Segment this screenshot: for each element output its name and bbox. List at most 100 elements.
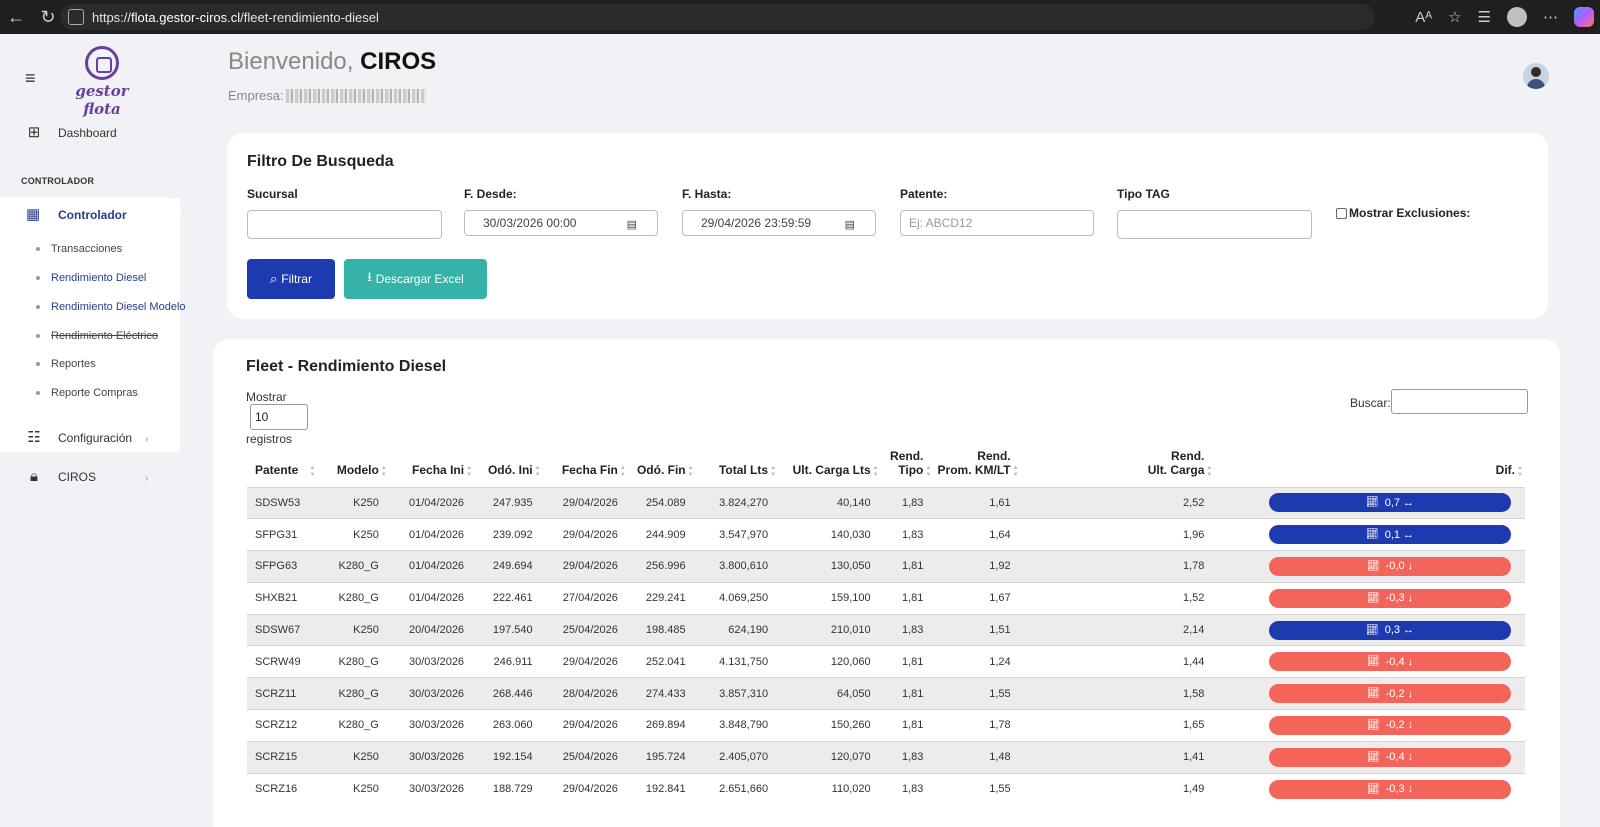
cell-dif: 📈︎ -0,3 ↓: [1214, 581, 1525, 615]
lock-icon: 🔒︎: [30, 468, 38, 485]
cell-rend-tipo: 1,83: [880, 613, 934, 646]
address-bar[interactable]: https://flota.gestor-ciros.cl/fleet-rend…: [60, 4, 1375, 30]
exclusion-checkbox[interactable]: [1336, 207, 1347, 219]
cell-odo-ini: 197.540: [474, 613, 543, 646]
col-odo-ini[interactable]: Odó. Ini ▲ ▼: [474, 448, 543, 487]
page-size-select[interactable]: 10: [250, 404, 308, 430]
copilot-icon[interactable]: [1574, 7, 1594, 27]
calendar-icon[interactable]: ▤: [845, 218, 855, 231]
col-rend-tipo[interactable]: Rend. Tipo ▲ ▼: [881, 448, 934, 487]
logo[interactable]: gestor flota: [62, 46, 142, 118]
col-total-lts[interactable]: Total Lts ▲ ▼: [696, 448, 778, 487]
cell-ult-carga: 210,010: [778, 613, 881, 646]
sidebar-item-configuracion[interactable]: ☷ Configuración: [26, 430, 132, 446]
cell-odo-fin: 256.996: [627, 550, 696, 583]
cell-patente: SCRZ11: [247, 677, 318, 710]
cell-patente: SFPG63: [247, 550, 318, 583]
sidebar-item-label: Dashboard: [58, 126, 117, 140]
submenu-rendimiento-diesel-modelo[interactable]: Rendimiento Diesel Modelo: [36, 301, 186, 313]
cell-rend-tipo: 1,83: [880, 486, 934, 519]
chart-line-icon: 📈︎: [1366, 624, 1379, 636]
cell-total-lts: 3.547,970: [695, 518, 779, 551]
patente-input[interactable]: Ej: ABCD12: [900, 210, 1094, 236]
col-modelo[interactable]: Modelo ▲ ▼: [317, 448, 388, 487]
chevron-right-icon[interactable]: ›: [145, 473, 148, 484]
more-icon[interactable]: ⋯: [1543, 8, 1558, 26]
cell-patente: SCRW49: [247, 645, 318, 678]
cell-odo-fin: 252.041: [627, 645, 696, 678]
submenu-reportes[interactable]: Reportes: [36, 358, 96, 370]
cell-modelo: K250: [317, 740, 389, 774]
col-fecha-ini[interactable]: Fecha Ini ▲ ▼: [389, 448, 474, 487]
col-odo-fin[interactable]: Odó. Fin ▲ ▼: [628, 448, 696, 487]
cell-odo-ini: 249.694: [474, 550, 543, 583]
cell-fecha-ini: 30/03/2026: [388, 772, 475, 805]
submenu-reporte-compras[interactable]: Reporte Compras: [36, 387, 138, 399]
cell-total-lts: 2.405,070: [695, 740, 779, 774]
dif-badge: 📈︎ 0,7 ↔: [1269, 493, 1511, 513]
site-info-icon[interactable]: [68, 9, 84, 25]
chart-line-icon: 📈︎: [1366, 719, 1380, 731]
chart-line-icon: 📈︎: [1366, 656, 1380, 668]
favorite-icon[interactable]: ☆: [1448, 8, 1461, 26]
col-dif[interactable]: Dif. ▲ ▼: [1214, 448, 1525, 487]
submenu-transacciones[interactable]: Transacciones: [36, 243, 122, 255]
read-aloud-icon[interactable]: Aᴬ: [1415, 9, 1432, 26]
download-icon: ⭳: [367, 269, 372, 284]
menu-icon[interactable]: ≡: [25, 68, 39, 89]
cell-ult-carga: 140,030: [778, 518, 881, 551]
cell-patente: SFPG31: [247, 518, 318, 551]
favorites-list-icon[interactable]: ☰: [1478, 8, 1491, 26]
sidebar-item-label: Configuración: [58, 431, 133, 445]
col-rend-ult-carga[interactable]: Rend. Ult. Carga ▲ ▼: [1021, 448, 1215, 487]
cell-modelo: K280_G: [317, 709, 389, 742]
cell-odo-fin: 192.841: [627, 772, 696, 805]
cell-fecha-ini: 30/03/2026: [388, 709, 475, 742]
bullet-icon: [36, 247, 40, 251]
table-row: SDSW53 K250 01/04/2026 247.935 29/04/2026 254…: [247, 486, 1525, 519]
submenu-panel: [0, 198, 180, 452]
user-name: CIROS: [360, 48, 437, 75]
cell-rend-ult: 1,65: [1020, 709, 1215, 742]
sidebar-item-dashboard[interactable]: ⊞ Dashboard: [26, 125, 117, 141]
filter-button[interactable]: ⌕ Filtrar: [247, 259, 335, 299]
sucursal-select[interactable]: [247, 210, 442, 239]
cell-odo-fin: 229.241: [627, 581, 696, 615]
desde-input[interactable]: 30/03/2026 00:00 ▤: [464, 210, 658, 236]
back-icon[interactable]: ←: [0, 7, 32, 28]
records-label: registros: [246, 432, 293, 446]
avatar[interactable]: [1523, 63, 1549, 89]
filter-card: Filtro De Busqueda Sucursal F. Desde: 30…: [227, 133, 1548, 319]
cell-rend-prom: 1,48: [933, 740, 1021, 774]
cell-fecha-ini: 20/04/2026: [388, 613, 475, 646]
col-fecha-fin[interactable]: Fecha Fin ▲ ▼: [543, 448, 628, 487]
bullet-icon: [36, 362, 40, 366]
tag-select[interactable]: [1117, 210, 1312, 239]
sidebar-item-ciros[interactable]: 🔒︎ CIROS: [26, 469, 96, 485]
download-excel-button[interactable]: ⭳ Descargar Excel: [344, 259, 487, 299]
chart-line-icon: 📈︎: [1366, 497, 1379, 509]
exclusion-toggle[interactable]: Mostrar Exclusiones:: [1336, 206, 1470, 220]
sidebar-item-controlador[interactable]: ▦ Controlador: [0, 197, 181, 233]
cell-rend-ult: 1,96: [1020, 518, 1215, 551]
bullet-icon: [36, 305, 40, 309]
cell-rend-prom: 1,92: [933, 550, 1021, 583]
table-row: SCRW49 K280_G 30/03/2026 246.911 29/04/2026 2…: [247, 645, 1525, 678]
search-input[interactable]: [1391, 389, 1528, 414]
calendar-icon[interactable]: ▤: [627, 218, 637, 231]
col-rend-prom[interactable]: Rend. Prom. KM/LT ▲ ▼: [933, 448, 1020, 487]
submenu-rendimiento-electrico[interactable]: Rendimiento Eléctrico: [36, 330, 158, 342]
col-patente[interactable]: Patente ▲ ▼: [247, 448, 317, 487]
cell-rend-ult: 1,58: [1020, 677, 1215, 710]
submenu-rendimiento-diesel[interactable]: Rendimiento Diesel: [36, 272, 146, 284]
col-ult-carga-lts[interactable]: Ult. Carga Lts ▲ ▼: [778, 448, 881, 487]
hasta-input[interactable]: 29/04/2026 23:59:59 ▤: [682, 210, 876, 236]
chevron-right-icon[interactable]: ›: [145, 434, 148, 445]
profile-icon[interactable]: [1507, 7, 1527, 27]
chart-line-icon: 📈︎: [1366, 751, 1380, 763]
arrow-down-icon: ↓: [1407, 751, 1414, 764]
cell-fecha-ini: 01/04/2026: [388, 581, 475, 615]
dif-badge: 📈︎ -0,2 ↓: [1269, 715, 1511, 735]
cell-ult-carga: 130,050: [778, 550, 881, 583]
cell-rend-tipo: 1,83: [880, 518, 934, 551]
